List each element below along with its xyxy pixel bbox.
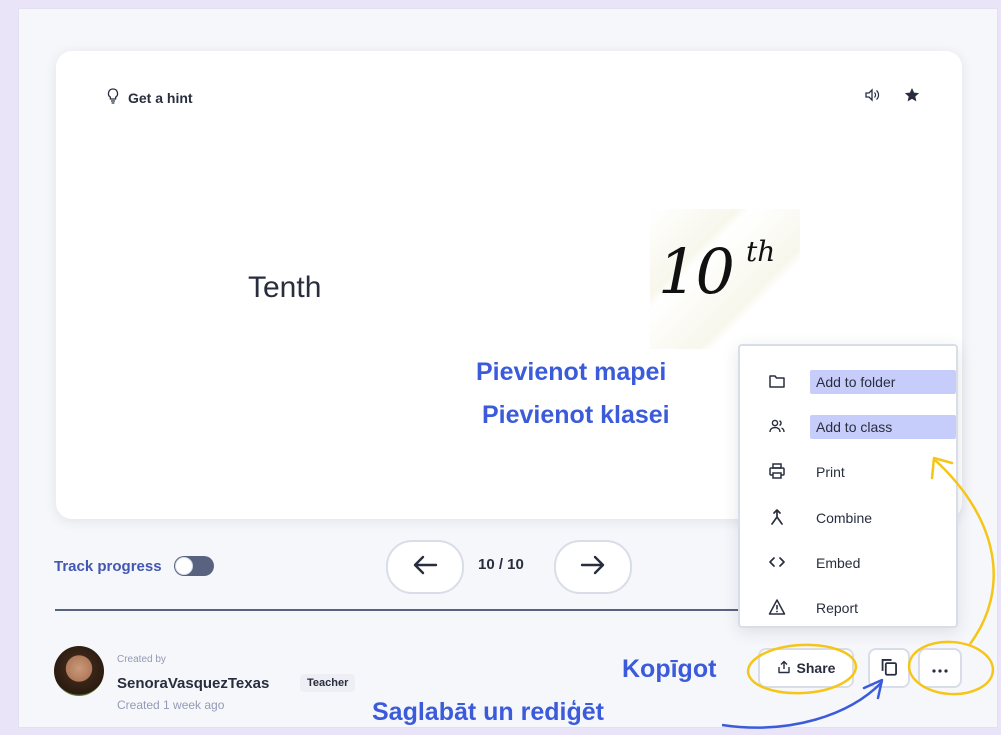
star-icon[interactable] [904,87,920,108]
share-button[interactable]: Share [758,648,854,688]
menu-item-label: Report [816,600,859,616]
menu-item-embed[interactable]: Embed [768,551,868,575]
menu-item-label: Embed [816,555,861,571]
annotation-save-edit: Saglabāt un rediģēt [372,698,604,726]
share-label: Share [796,660,836,676]
term-image: 10 th [650,209,800,349]
get-a-hint-label: Get a hint [128,89,193,106]
menu-item-add-to-class[interactable]: Add to class [768,415,956,439]
lightbulb-icon [106,88,120,107]
annotation-add-to-class: Pievienot klasei [482,401,670,429]
menu-item-label: Add to class [810,415,956,439]
arrow-right-icon [580,554,606,581]
previous-card-button[interactable] [386,540,464,594]
menu-item-print[interactable]: Print [768,460,853,484]
image-number: 10 [658,235,735,308]
get-a-hint-button[interactable]: Get a hint [106,88,193,107]
teacher-badge: Teacher [300,674,356,692]
report-icon [768,598,786,619]
copy-icon [880,658,898,679]
folder-icon [768,372,786,393]
audio-icon[interactable] [864,87,880,108]
menu-item-label: Combine [816,510,873,526]
combine-icon [768,508,786,529]
print-icon [768,462,786,483]
copy-button[interactable] [868,648,910,688]
embed-icon [768,553,786,574]
more-dots-icon [932,660,948,676]
divider [55,609,745,611]
share-icon [777,660,791,677]
annotation-share: Kopīgot [622,655,717,683]
menu-item-label: Add to folder [810,370,956,394]
author-name[interactable]: SenoraVasquezTexas [117,675,269,692]
menu-item-combine[interactable]: Combine [768,506,880,530]
track-progress-toggle[interactable] [173,556,214,576]
menu-item-label: Print [816,464,845,480]
card-counter: 10 / 10 [478,556,524,573]
menu-item-report[interactable]: Report [768,596,866,620]
arrow-left-icon [412,554,438,581]
menu-item-add-to-folder[interactable]: Add to folder [768,370,956,394]
more-options-menu: Add to folder Add to class Print Combine… [738,344,958,628]
next-card-button[interactable] [554,540,632,594]
avatar[interactable] [54,646,104,696]
created-by-label: Created by [117,654,166,665]
track-progress-label: Track progress [54,557,162,575]
image-suffix: th [746,235,776,268]
term-text: Tenth [248,271,322,304]
more-options-button[interactable] [918,648,962,688]
annotation-add-to-folder: Pievienot mapei [476,358,667,386]
class-icon [768,417,786,438]
track-progress[interactable]: Track progress [54,556,214,576]
created-date: Created 1 week ago [117,698,225,712]
